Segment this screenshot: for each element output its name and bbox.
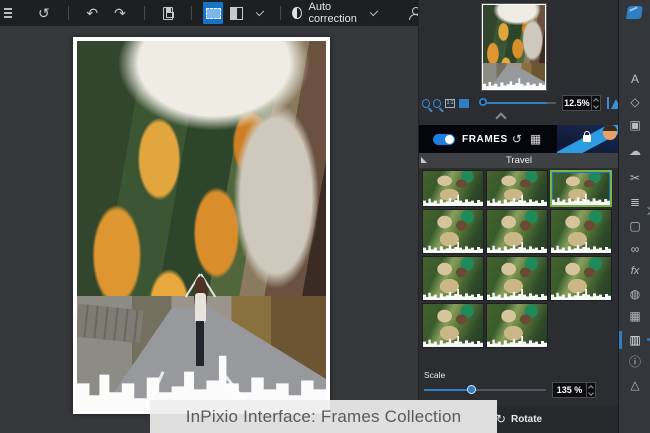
photo-stone-wall [77, 303, 144, 344]
fit-screen-icon[interactable] [458, 98, 469, 108]
photo-person [184, 273, 216, 366]
top-toolbar: ↺ ↶ ↷ Auto correction [0, 0, 421, 26]
lab-flask-icon[interactable]: △ [619, 376, 650, 394]
scale-value-box[interactable]: 135 % [552, 382, 596, 398]
scale-spinner[interactable] [586, 383, 595, 397]
view-chevron-down-icon[interactable] [255, 7, 265, 16]
frames-toggle[interactable] [433, 133, 455, 145]
single-view-button[interactable] [203, 2, 223, 24]
single-view-icon [205, 7, 221, 19]
screenshot-caption: InPixio Interface: Frames Collection [150, 400, 497, 433]
inpixio-app-window: ↺ ↶ ↷ Auto correction InPixio Interface:… [0, 0, 650, 433]
preview-image [483, 5, 545, 89]
frames-tool-icon[interactable]: ▥ [619, 331, 650, 349]
frame-skyline-overlay [423, 288, 483, 300]
navigator-preview-thumbnail[interactable] [481, 3, 547, 91]
sky-replacement-icon[interactable]: ☁ [619, 142, 650, 160]
active-tool-indicator [619, 331, 622, 349]
frame-skyline-overlay [551, 241, 611, 253]
zoom-in-icon[interactable] [433, 98, 442, 108]
frame-skyline-overlay [487, 335, 547, 347]
toolbar-divider [190, 6, 192, 20]
reset-frame-icon[interactable]: ↺ [508, 126, 526, 152]
frame-thumbnail[interactable] [422, 303, 484, 348]
zoom-controls-row: 1:1 12.5% [419, 94, 622, 112]
frame-thumbnail[interactable] [486, 170, 548, 207]
category-label: Travel [505, 155, 533, 166]
user-icon[interactable] [409, 6, 421, 20]
toolbar-divider [279, 6, 281, 20]
zoom-spinner[interactable] [590, 96, 600, 110]
scale-label: Scale [424, 370, 446, 380]
undo-icon[interactable]: ↺ [30, 0, 58, 26]
rotate-label[interactable]: Rotate [511, 414, 542, 425]
frame-thumbnail[interactable] [550, 170, 612, 207]
category-header[interactable]: Travel [419, 153, 619, 168]
frame-thumbnail[interactable] [486, 256, 548, 301]
lock-icon [583, 131, 591, 142]
zoom-value-box[interactable]: 12.5% [562, 95, 601, 111]
frame-thumbnail[interactable] [422, 256, 484, 301]
picture-frame-icon[interactable]: ▣ [619, 116, 650, 134]
save-icon[interactable] [162, 6, 174, 20]
crop-icon[interactable]: ✂ [619, 169, 650, 187]
frame-thumbnail[interactable] [422, 170, 484, 207]
frame-thumbnail[interactable] [486, 209, 548, 254]
zoom-out-icon[interactable] [422, 98, 431, 108]
edited-photo[interactable] [73, 37, 330, 414]
auto-correction-chevron-icon[interactable] [369, 7, 379, 16]
category-collapse-icon [421, 157, 427, 163]
frame-skyline-overlay [487, 241, 547, 253]
menu-icon[interactable] [4, 6, 12, 20]
mascot-face-graphic [603, 125, 617, 140]
compare-view-icon [230, 6, 244, 20]
frame-skyline-overlay [551, 288, 611, 300]
frame-skyline-overlay [423, 194, 483, 206]
sphere-icon[interactable]: ◍ [619, 285, 650, 303]
actual-size-icon[interactable]: 1:1 [445, 98, 455, 108]
frame-skyline-overlay [552, 193, 610, 205]
frames-grid-icon[interactable]: ▦ [526, 126, 545, 152]
mosaic-icon[interactable]: ▦ [619, 307, 650, 325]
premium-promo-graphic[interactable] [557, 125, 619, 153]
editor-canvas [0, 26, 418, 433]
frames-banner-label: FRAMES [462, 133, 508, 145]
frames-panel: 1:1 12.5% FRAMES ↺ ▦ Travel Scale 135 % … [418, 0, 622, 433]
scale-slider-handle[interactable] [467, 385, 476, 394]
frame-thumbnail[interactable] [550, 256, 612, 301]
scale-controls-row: 135 % [419, 381, 619, 399]
frame-skyline-overlay [423, 241, 483, 253]
info-icon[interactable]: ⓘ [619, 353, 650, 371]
auto-correction-toggle-icon[interactable] [292, 7, 302, 19]
frames-grid [422, 170, 616, 366]
scale-value: 135 % [556, 385, 583, 395]
auto-correction-label[interactable]: Auto correction [309, 1, 362, 25]
zoom-value: 12.5% [564, 98, 590, 108]
zoom-slider[interactable] [478, 98, 557, 106]
frames-banner: FRAMES ↺ ▦ [419, 125, 619, 153]
collapse-panel-chevron-icon[interactable] [495, 112, 507, 124]
frame-thumbnail[interactable] [486, 303, 548, 348]
frame-thumbnail[interactable] [550, 209, 612, 254]
redo-forward-icon[interactable]: ↷ [106, 0, 134, 26]
scale-slider[interactable] [424, 385, 546, 394]
redo-back-icon[interactable]: ↶ [78, 0, 106, 26]
binoculars-icon[interactable]: ∞ [619, 240, 650, 258]
compare-view-button[interactable] [227, 2, 247, 24]
tool-strip: A ◇ ▣ ☁ ✂ ≣ ▢ ∞ fx ◍ ▦ ▥ ⓘ △ [618, 0, 650, 433]
toolbar-divider [143, 6, 145, 20]
frames-blue-icon[interactable] [626, 6, 643, 19]
frame-thumbnail[interactable] [422, 209, 484, 254]
frame-skyline-overlay [487, 288, 547, 300]
frame-skyline-overlay [487, 194, 547, 206]
effects-fx-icon[interactable]: fx [619, 262, 650, 280]
rotate-icon[interactable]: ↻ [496, 412, 506, 426]
zoom-slider-handle[interactable] [478, 98, 487, 106]
text-replace-icon[interactable]: A [619, 70, 650, 88]
eraser-icon[interactable]: ◇ [619, 93, 650, 111]
toolbar-divider [67, 6, 69, 20]
selection-icon[interactable]: ▢ [619, 217, 650, 235]
frame-skyline-overlay [423, 335, 483, 347]
photo-image [77, 41, 326, 410]
